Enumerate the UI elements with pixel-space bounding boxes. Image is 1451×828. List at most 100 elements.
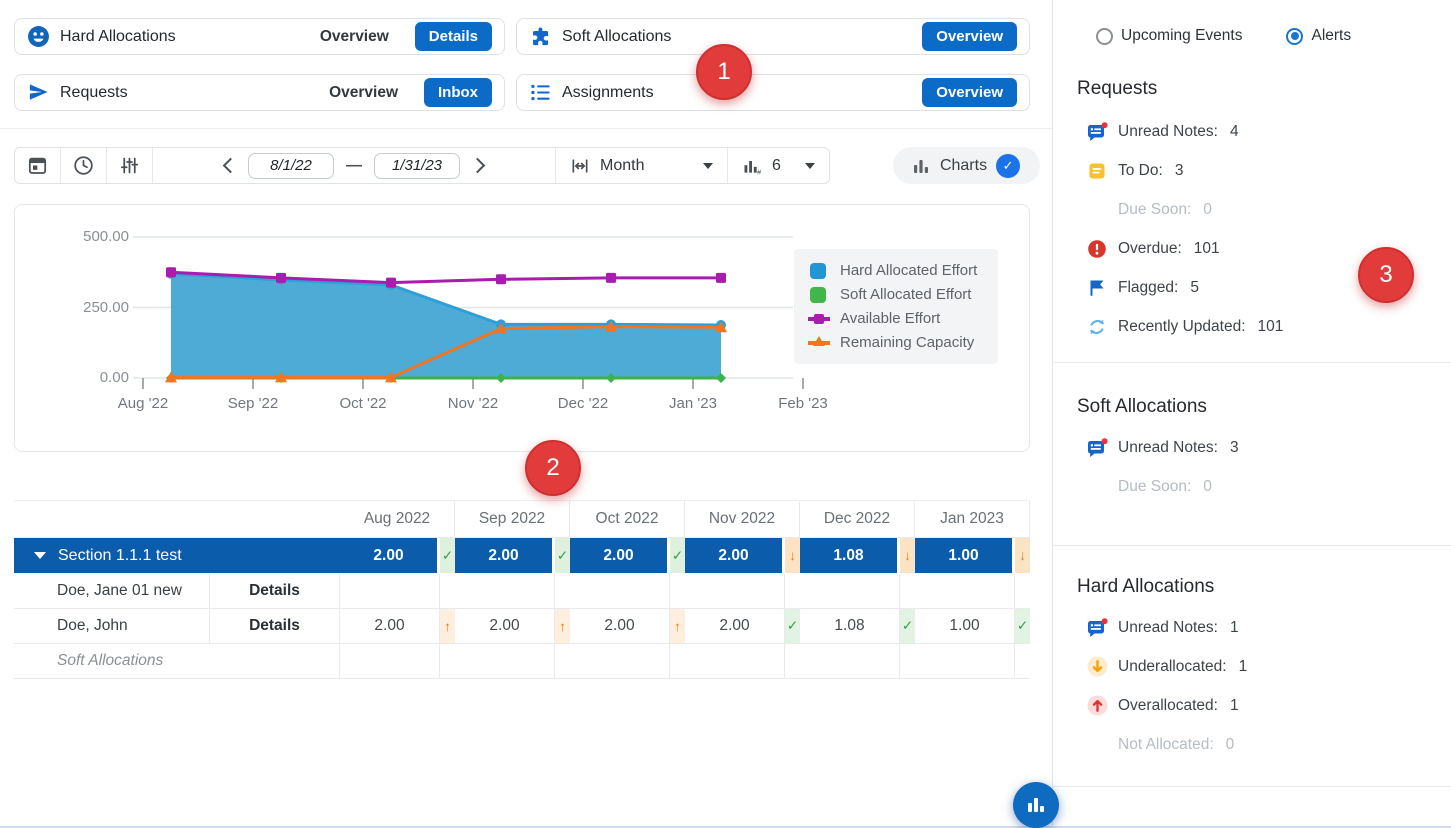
sidebar-alert-item[interactable]: Recently Updated:101 bbox=[1053, 307, 1451, 346]
alert-label: Underallocated: bbox=[1118, 658, 1227, 676]
allocation-status-icon bbox=[670, 538, 685, 574]
period-count-select[interactable]: # 6 bbox=[727, 148, 829, 183]
legend-marker-icon bbox=[808, 311, 830, 327]
value-cell[interactable]: 1.08 bbox=[800, 609, 900, 644]
details-button[interactable]: Details bbox=[210, 609, 340, 644]
hard-details-button[interactable]: Details bbox=[415, 22, 492, 51]
value-cell[interactable]: 2.00 bbox=[570, 609, 670, 644]
alert-label: Unread Notes: bbox=[1118, 439, 1218, 457]
value-cell[interactable] bbox=[570, 644, 670, 679]
date-from-input[interactable] bbox=[248, 153, 334, 179]
send-icon bbox=[27, 81, 50, 104]
card-hard-allocations: Hard Allocations Overview Details bbox=[14, 18, 505, 55]
value-cell[interactable] bbox=[455, 644, 555, 679]
value-cell[interactable] bbox=[685, 644, 785, 679]
allocation-status-icon bbox=[440, 644, 455, 679]
section-value-cell[interactable]: 2.00 bbox=[685, 538, 785, 574]
sidebar-alert-item[interactable]: To Do:3 bbox=[1053, 151, 1451, 190]
sidebar-alert-item[interactable]: Unread Notes: 1 bbox=[1053, 608, 1451, 647]
alert-label: Unread Notes: bbox=[1118, 123, 1218, 141]
group-row-name[interactable]: Soft Allocations bbox=[14, 644, 340, 679]
sidebar-divider bbox=[1053, 362, 1451, 363]
details-button[interactable]: Details bbox=[210, 574, 340, 609]
value-cell[interactable] bbox=[915, 644, 1015, 679]
charts-fab-button[interactable] bbox=[1013, 782, 1059, 828]
alert-label: Recently Updated: bbox=[1118, 318, 1246, 336]
allocation-status-icon bbox=[785, 574, 800, 609]
value-cell[interactable] bbox=[455, 574, 555, 609]
charts-toggle[interactable]: Charts ✓ bbox=[893, 147, 1040, 184]
sidebar-alert-item[interactable]: Unread Notes:4 bbox=[1053, 112, 1451, 151]
section-value-cell[interactable]: 2.00 bbox=[455, 538, 555, 574]
allocation-status-icon bbox=[670, 574, 685, 609]
view-toolbar: — Month # 6 bbox=[14, 147, 830, 184]
alerts-sidebar: Upcoming Events Alerts RequestsUnread No… bbox=[1052, 0, 1451, 828]
no-icon bbox=[1086, 200, 1108, 220]
y-axis-tick-label: 250.00 bbox=[51, 299, 129, 316]
notes-icon bbox=[1086, 618, 1108, 638]
value-cell[interactable] bbox=[340, 644, 440, 679]
alert-count: 0 bbox=[1203, 201, 1212, 219]
annotation-badge-3: 3 bbox=[1358, 247, 1414, 303]
sidebar-alert-item[interactable]: Underallocated:1 bbox=[1053, 647, 1451, 686]
legend-label: Remaining Capacity bbox=[840, 334, 974, 351]
alert-count: 101 bbox=[1194, 240, 1220, 258]
alert-count: 3 bbox=[1175, 162, 1184, 180]
value-cell[interactable]: 2.00 bbox=[340, 609, 440, 644]
granularity-select[interactable]: Month bbox=[555, 148, 727, 183]
alert-count: 1 bbox=[1230, 619, 1239, 637]
requests-overview-link[interactable]: Overview bbox=[329, 84, 398, 102]
person-name-cell[interactable]: Doe, Jane 01 new bbox=[14, 574, 210, 609]
x-axis-tick-label: Jan '23 bbox=[648, 395, 738, 412]
radio-upcoming-events[interactable]: Upcoming Events bbox=[1096, 27, 1242, 45]
prev-period-chevron-icon[interactable] bbox=[223, 158, 239, 174]
svg-text:#: # bbox=[757, 167, 762, 176]
section-value-cell[interactable]: 1.00 bbox=[915, 538, 1015, 574]
radio-label: Upcoming Events bbox=[1121, 27, 1242, 45]
person-name-cell[interactable]: Doe, John bbox=[14, 609, 210, 644]
month-column-header: Nov 2022 bbox=[685, 501, 800, 538]
date-to-input[interactable] bbox=[374, 153, 460, 179]
collapse-caret-icon[interactable] bbox=[34, 552, 46, 559]
radio-alerts[interactable]: Alerts bbox=[1286, 27, 1351, 45]
section-value-cell[interactable]: 2.00 bbox=[570, 538, 670, 574]
hard-overview-link[interactable]: Overview bbox=[320, 28, 389, 46]
value-cell[interactable] bbox=[340, 574, 440, 609]
x-axis-tick-label: Sep '22 bbox=[208, 395, 298, 412]
sidebar-alert-item[interactable]: Overallocated:1 bbox=[1053, 686, 1451, 725]
section-value-cell[interactable]: 1.08 bbox=[800, 538, 900, 574]
radio-icon[interactable] bbox=[1096, 28, 1113, 45]
value-cell[interactable] bbox=[915, 574, 1015, 609]
calendar-icon[interactable] bbox=[15, 148, 61, 183]
legend-marker-icon bbox=[808, 335, 830, 351]
todo-icon bbox=[1086, 161, 1108, 181]
sidebar-tab-switcher: Upcoming Events Alerts bbox=[1096, 27, 1351, 45]
next-period-chevron-icon[interactable] bbox=[470, 158, 486, 174]
value-cell[interactable] bbox=[800, 644, 900, 679]
sidebar-section-list: Unread Notes:4To Do:3Due Soon:0Overdue:1… bbox=[1053, 112, 1451, 346]
sidebar-divider bbox=[1053, 545, 1451, 546]
chevron-down-icon bbox=[805, 163, 815, 169]
value-cell[interactable] bbox=[685, 574, 785, 609]
value-cell[interactable]: 2.00 bbox=[685, 609, 785, 644]
month-column-header: Oct 2022 bbox=[570, 501, 685, 538]
sidebar-alert-item[interactable]: Unread Notes:3 bbox=[1053, 428, 1451, 467]
clock-icon[interactable] bbox=[61, 148, 107, 183]
alert-label: Unread Notes: bbox=[1118, 619, 1218, 637]
value-cell[interactable] bbox=[570, 574, 670, 609]
legend-item: Remaining Capacity bbox=[808, 334, 988, 351]
assignments-overview-button[interactable]: Overview bbox=[922, 78, 1017, 107]
table-corner-cell bbox=[14, 501, 210, 538]
value-cell[interactable]: 1.00 bbox=[915, 609, 1015, 644]
radio-selected-icon[interactable] bbox=[1286, 28, 1303, 45]
section-row-name[interactable]: Section 1.1.1 test bbox=[14, 538, 340, 574]
value-cell[interactable] bbox=[800, 574, 900, 609]
check-icon: ✓ bbox=[996, 154, 1020, 178]
soft-overview-button[interactable]: Overview bbox=[922, 22, 1017, 51]
section-value-cell[interactable]: 2.00 bbox=[340, 538, 440, 574]
value-cell[interactable]: 2.00 bbox=[455, 609, 555, 644]
sidebar-section-title: Soft Allocations bbox=[1077, 396, 1207, 418]
requests-inbox-button[interactable]: Inbox bbox=[424, 78, 492, 107]
effort-chart-card: 0.00250.00500.00 Aug '22Sep '22Oct '22No… bbox=[14, 204, 1030, 452]
filter-settings-icon[interactable] bbox=[107, 148, 153, 183]
